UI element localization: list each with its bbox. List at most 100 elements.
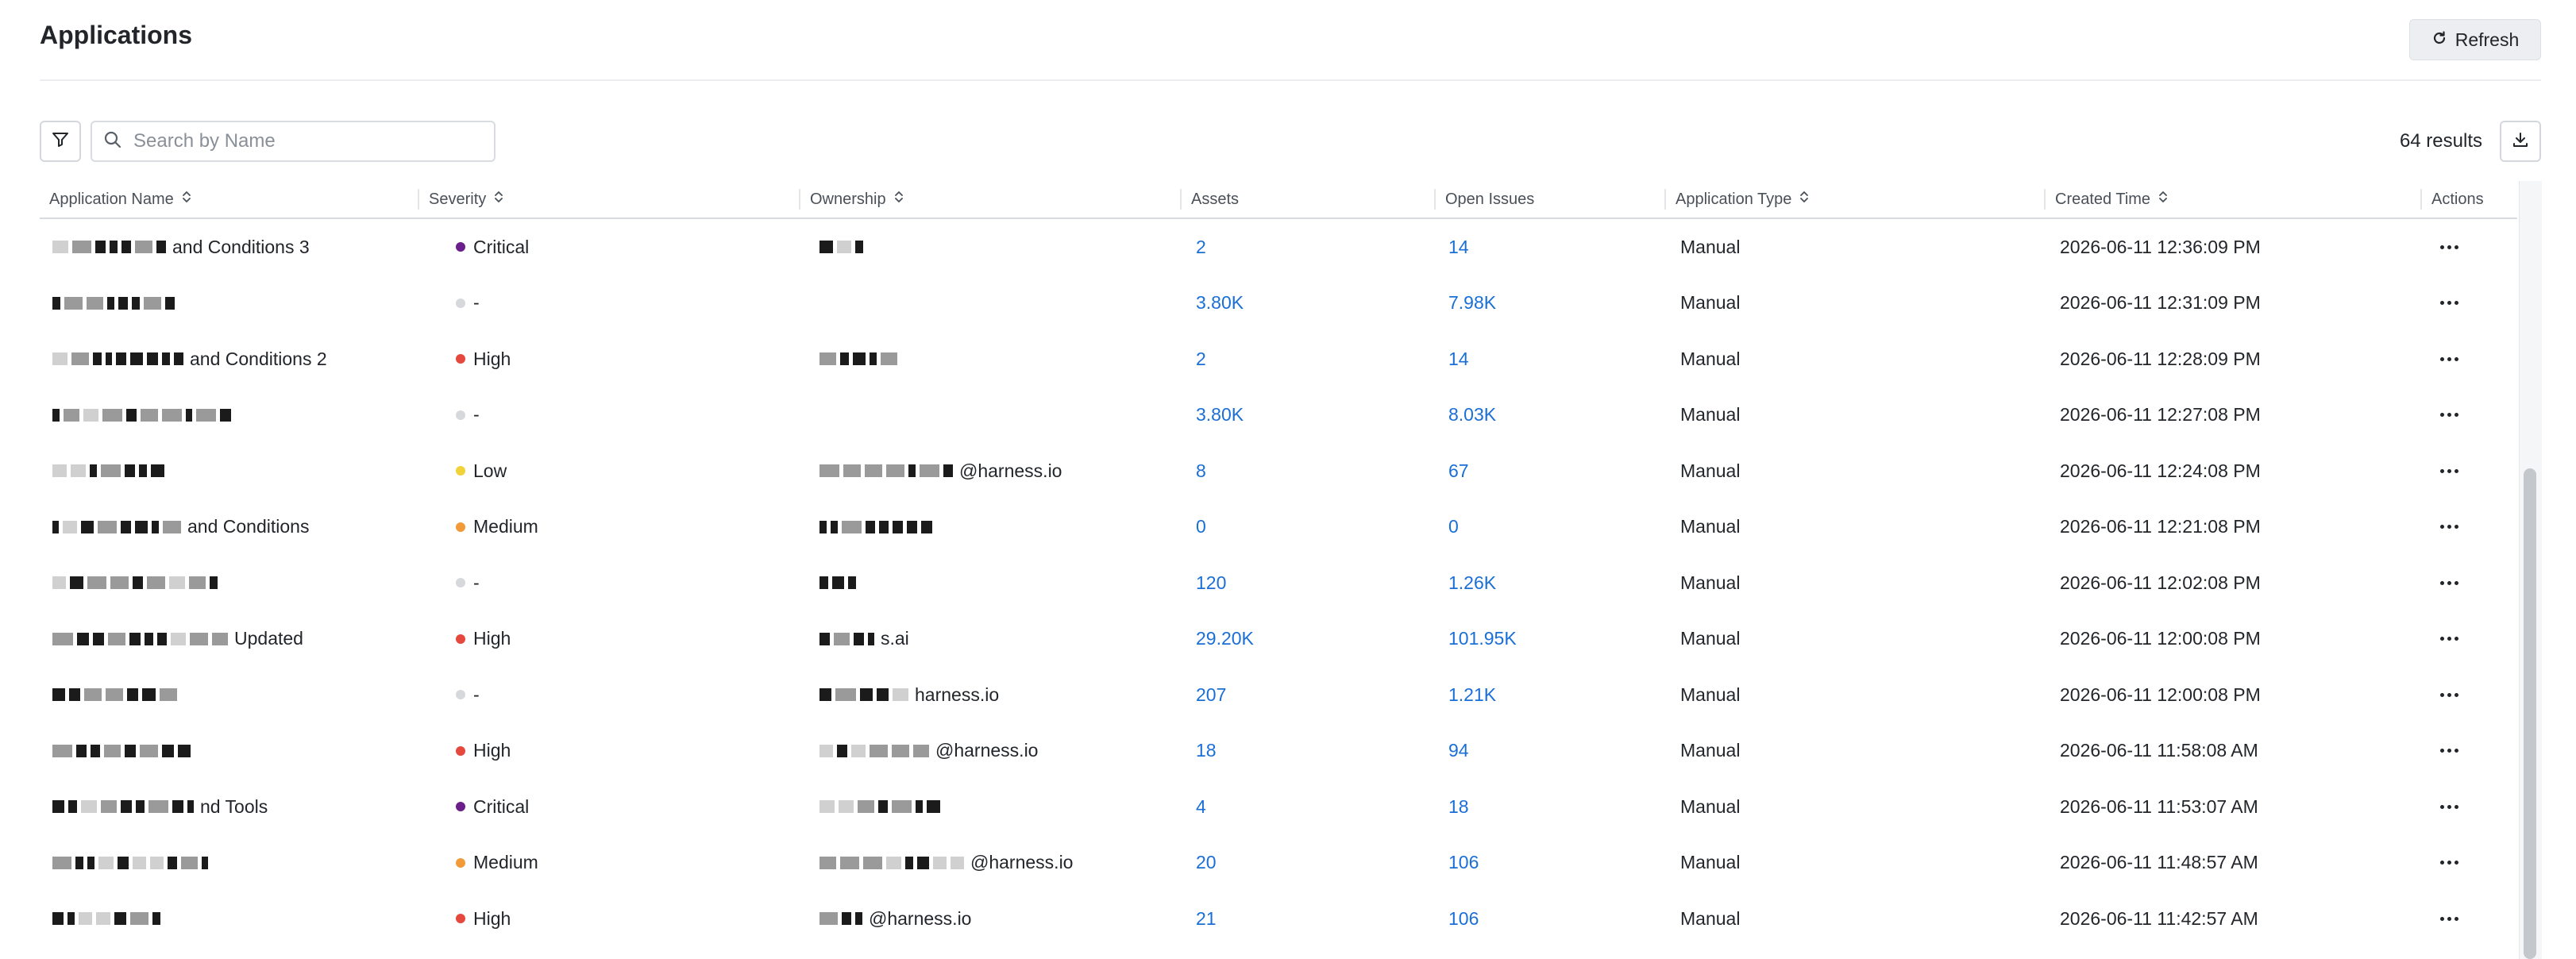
column-header-label: Actions [2431,190,2484,208]
more-actions-icon[interactable] [2433,231,2465,263]
open-issues-link[interactable]: 7.98K [1448,275,1496,332]
assets-link[interactable]: 2 [1196,219,1206,275]
application-name[interactable]: and Conditions 2 [190,349,327,370]
table-row[interactable]: Low @harness.io 8 67 Manual 2026-06-11 12:24:… [40,443,2517,499]
application-name[interactable]: nd Tools [200,796,268,818]
table-row[interactable]: - 3.80K 8.03K Manual 2026-06-11 12:27:08 PM [40,387,2517,444]
redacted-text [52,520,181,533]
open-issues-link[interactable]: 67 [1448,443,1469,499]
page-title: Applications [40,21,193,49]
ownership-value: @harness.io [959,460,1062,481]
more-actions-icon[interactable] [2433,735,2465,767]
application-name-cell[interactable] [52,275,181,332]
column-header-application-name[interactable]: Application Name [49,181,191,218]
table-row[interactable]: - 3.80K 7.98K Manual 2026-06-11 12:31:09 PM [40,275,2517,332]
more-actions-icon[interactable] [2433,679,2465,711]
open-issues-link[interactable]: 14 [1448,331,1469,387]
assets-link[interactable]: 207 [1196,667,1226,723]
open-issues-link[interactable]: 94 [1448,723,1469,780]
refresh-button[interactable]: Refresh [2409,19,2541,60]
more-actions-icon[interactable] [2433,343,2465,375]
assets-link[interactable]: 8 [1196,443,1206,499]
assets-link[interactable]: 2 [1196,331,1206,387]
open-issues-link[interactable]: 101.95K [1448,611,1517,668]
open-issues-link[interactable]: 106 [1448,835,1479,892]
scrollbar-thumb[interactable] [2524,468,2536,959]
sort-icon[interactable] [494,190,503,209]
column-header-application-type[interactable]: Application Type [1664,181,1809,218]
column-header-label: Ownership [810,190,886,208]
assets-link[interactable]: 20 [1196,835,1217,892]
assets-link[interactable]: 3.80K [1196,387,1244,444]
severity-label: Medium [473,852,538,873]
ownership-cell: @harness.io [819,443,1062,499]
table-row[interactable]: and Conditions 3 Critical 2 14 Manual 2026-06… [40,219,2517,275]
application-name[interactable]: Updated [234,628,303,649]
application-name-cell[interactable] [52,667,183,723]
column-header-created-time[interactable]: Created Time [2043,181,2168,218]
open-issues-link[interactable]: 0 [1448,499,1459,556]
column-header-label: Application Type [1676,190,1792,208]
table-row[interactable]: and Conditions Medium 0 0 Manual 2026-06-11 1… [40,499,2517,556]
table-row[interactable]: High @harness.io 21 106 Manual 2026-06-11 11:… [40,891,2517,947]
open-issues-link[interactable]: 106 [1448,891,1479,947]
more-actions-icon[interactable] [2433,903,2465,934]
open-issues-link[interactable]: 18 [1448,779,1469,835]
table-row[interactable]: Updated High s.ai 29.20K 101.95K Manual 2026-0… [40,611,2517,668]
filter-button[interactable] [40,121,81,162]
sort-icon[interactable] [894,190,904,209]
application-name-cell[interactable]: nd Tools [52,779,268,835]
more-actions-icon[interactable] [2433,511,2465,543]
sort-icon[interactable] [182,190,191,209]
created-time: 2026-06-11 11:42:57 AM [2060,907,2258,929]
application-name-cell[interactable]: and Conditions [52,499,309,556]
open-issues-link[interactable]: 14 [1448,219,1469,275]
application-name[interactable]: and Conditions 3 [172,237,310,258]
more-actions-icon[interactable] [2433,399,2465,431]
assets-link[interactable]: 4 [1196,779,1206,835]
application-name-cell[interactable] [52,443,171,499]
table-row[interactable]: nd Tools Critical 4 18 Manual 2026-06-11 11:5… [40,779,2517,835]
search-box[interactable] [91,121,496,162]
more-actions-icon[interactable] [2433,455,2465,487]
application-name-cell[interactable]: Updated [52,611,303,668]
more-actions-icon[interactable] [2433,623,2465,655]
assets-link[interactable]: 3.80K [1196,275,1244,332]
application-name[interactable]: and Conditions [187,516,309,537]
column-header-ownership[interactable]: Ownership [799,181,904,218]
ownership-value: s.ai [881,628,909,649]
more-actions-icon[interactable] [2433,567,2465,599]
severity-cell: - [456,667,480,723]
actions-cell [2433,331,2465,387]
more-actions-icon[interactable] [2433,847,2465,879]
assets-link[interactable]: 0 [1196,499,1206,556]
table-row[interactable]: - harness.io 207 1.21K Manual 2026-06-11 12:0… [40,667,2517,723]
application-name-cell[interactable] [52,555,224,611]
assets-link[interactable]: 18 [1196,723,1217,780]
more-actions-icon[interactable] [2433,791,2465,822]
more-actions-icon[interactable] [2433,287,2465,319]
application-name-cell[interactable]: and Conditions 3 [52,219,310,275]
sort-icon[interactable] [2158,190,2168,209]
application-name-cell[interactable] [52,891,167,947]
assets-link[interactable]: 120 [1196,555,1226,611]
application-name-cell[interactable] [52,723,197,780]
column-header-severity[interactable]: Severity [417,181,503,218]
application-name-cell[interactable] [52,835,214,892]
open-issues-link[interactable]: 1.21K [1448,667,1496,723]
sort-icon[interactable] [1799,190,1809,209]
severity-label: - [473,572,480,593]
table-row[interactable]: and Conditions 2 High 2 14 Manual 2026-06-11 … [40,331,2517,387]
assets-link[interactable]: 29.20K [1196,611,1254,668]
table-row[interactable]: High @harness.io 18 94 Manual 2026-06-11 11:5… [40,723,2517,780]
open-issues-link[interactable]: 1.26K [1448,555,1496,611]
assets-link[interactable]: 21 [1196,891,1217,947]
table-row[interactable]: - 120 1.26K Manual 2026-06-11 12:02:08 PM [40,555,2517,611]
download-button[interactable] [2500,121,2541,162]
search-input[interactable] [132,129,469,153]
table-row[interactable]: Medium @harness.io 20 106 Manual 2026-06-11 1… [40,835,2517,892]
application-name-cell[interactable] [52,387,237,444]
application-name-cell[interactable]: and Conditions 2 [52,331,327,387]
open-issues-link[interactable]: 8.03K [1448,387,1496,444]
ownership-cell [819,331,904,387]
